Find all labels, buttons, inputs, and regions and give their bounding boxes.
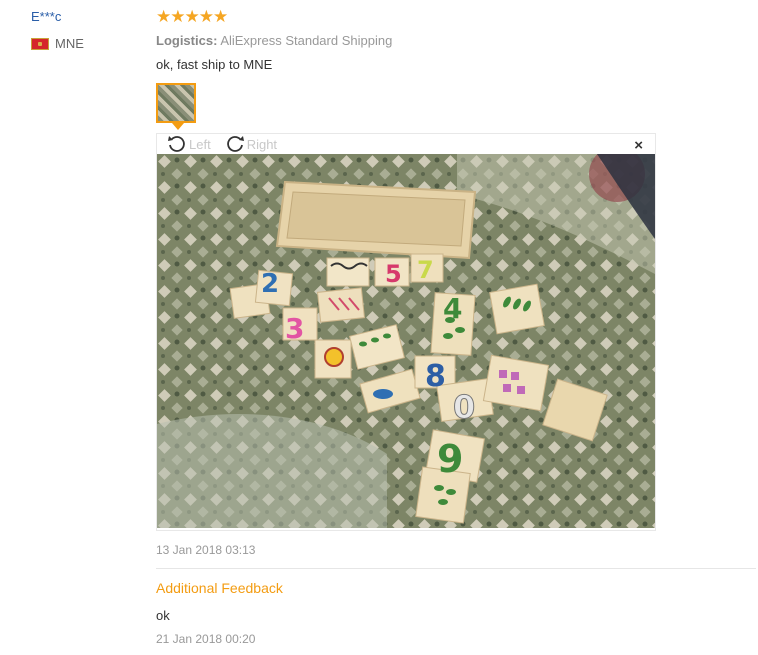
puzzle-number: 8 [425, 359, 446, 394]
logistics-label: Logistics: [156, 33, 218, 48]
close-icon[interactable]: × [634, 137, 643, 154]
reviewer-country: MNE [31, 36, 84, 51]
puzzle-number: 5 [385, 260, 402, 288]
thumbnail-selected-arrow-icon [172, 123, 184, 130]
country-code: MNE [55, 36, 84, 51]
additional-feedback-text: ok [156, 608, 170, 623]
viewer-toolbar: Left Right [167, 134, 277, 154]
photo-viewer: Left Right × 2 5 7 3 4 8 0 9 [156, 133, 656, 531]
rotate-left-label: Left [189, 136, 211, 152]
additional-feedback-date: 21 Jan 2018 00:20 [156, 632, 256, 646]
puzzle-number: 3 [285, 312, 304, 345]
rotate-right-label: Right [246, 136, 278, 152]
rotate-left-icon [168, 136, 185, 152]
puzzle-number: 4 [443, 292, 462, 325]
review-photo: 2 5 7 3 4 8 0 9 [157, 154, 655, 528]
additional-feedback-title: Additional Feedback [156, 580, 283, 596]
puzzle-number: 0 [453, 388, 475, 426]
review-date: 13 Jan 2018 03:13 [156, 543, 256, 557]
puzzle-number: 9 [437, 437, 463, 481]
rating-stars: ★★★★★ [156, 7, 228, 26]
logistics-value: AliExpress Standard Shipping [220, 33, 393, 48]
rotate-right-button[interactable]: Right [225, 135, 277, 153]
rotate-right-icon [226, 136, 244, 152]
review-comment: ok, fast ship to MNE [156, 57, 273, 72]
reviewer-name[interactable]: E***c [31, 9, 61, 24]
puzzle-number: 2 [261, 269, 279, 299]
puzzle-number: 7 [417, 256, 434, 284]
puzzle-photo-illustration: 2 5 7 3 4 8 0 9 [157, 154, 655, 528]
logistics-info: Logistics: AliExpress Standard Shipping [156, 33, 392, 48]
rotate-left-button[interactable]: Left [167, 135, 211, 153]
review-photo-thumbnail[interactable] [156, 83, 196, 123]
montenegro-flag-icon [31, 37, 49, 50]
divider [156, 568, 756, 569]
